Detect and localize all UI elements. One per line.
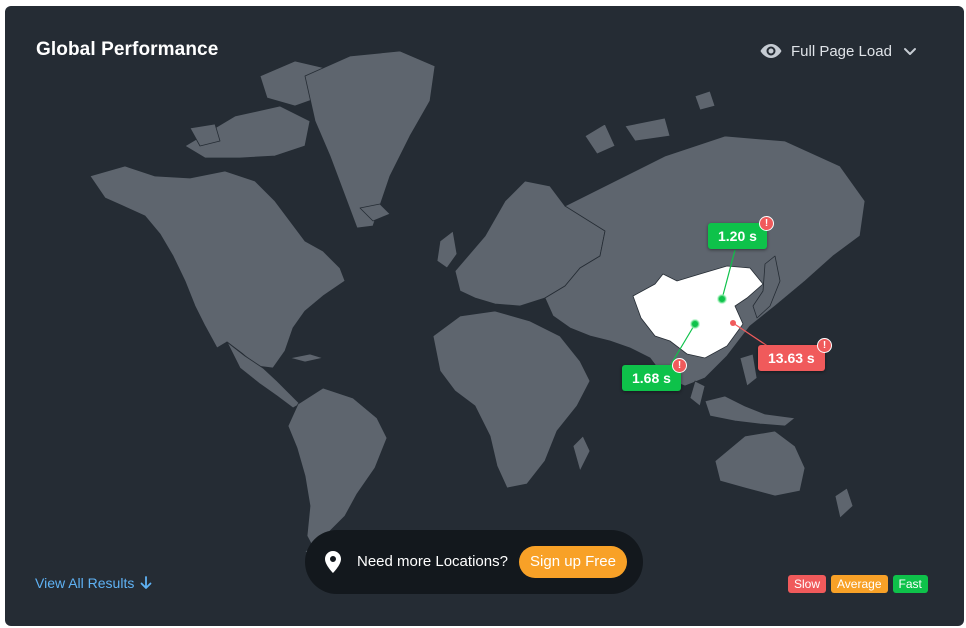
sign-up-button[interactable]: Sign up Free <box>519 546 627 578</box>
location-dot-shanghai <box>730 320 736 326</box>
location-dot-south <box>690 319 700 329</box>
page-title: Global Performance <box>36 39 219 60</box>
warning-icon: ! <box>759 216 774 231</box>
africa-region <box>432 310 591 489</box>
location-dot-beijing <box>717 294 727 304</box>
view-all-label: View All Results <box>35 575 135 591</box>
view-all-results-link[interactable]: View All Results <box>35 575 153 591</box>
result-pill-beijing[interactable]: 1.20 s <box>708 223 767 249</box>
north-america-region <box>89 165 346 369</box>
legend-fast: Fast <box>892 575 928 593</box>
more-locations-banner: Need more Locations? Sign up Free <box>305 530 643 594</box>
metric-dropdown[interactable]: Full Page Load <box>759 39 918 63</box>
metric-label: Full Page Load <box>791 42 892 60</box>
cta-message: Need more Locations? <box>357 553 508 570</box>
south-america-region <box>287 387 388 552</box>
eye-icon <box>760 44 782 58</box>
southeast-asia-islands <box>704 395 796 427</box>
australia-region <box>714 430 806 497</box>
legend-slow: Slow <box>788 575 827 593</box>
result-value: 1.20 s <box>718 228 757 244</box>
legend-average: Average <box>831 575 888 593</box>
result-pill-shanghai[interactable]: 13.63 s <box>758 345 825 371</box>
result-value: 13.63 s <box>768 350 815 366</box>
warning-icon: ! <box>672 358 687 373</box>
warning-icon: ! <box>817 338 832 353</box>
chevron-down-icon <box>903 48 916 55</box>
speed-legend: Slow Average Fast <box>783 575 928 593</box>
result-value: 1.68 s <box>632 370 671 386</box>
location-pin-icon <box>325 551 341 573</box>
arrow-down-icon <box>140 576 152 589</box>
greenland-region <box>304 50 436 229</box>
global-performance-card: Global Performance Full Page Load 1.20 s… <box>5 6 964 626</box>
